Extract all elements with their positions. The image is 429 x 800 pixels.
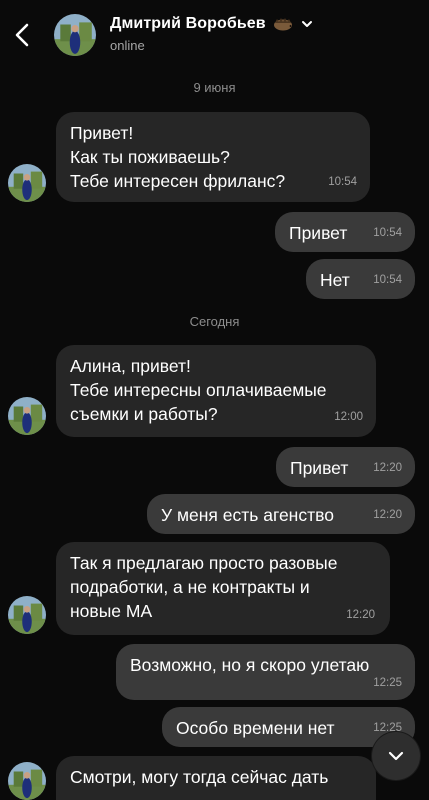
- avatar-photo: [8, 397, 46, 435]
- message-time: 12:25: [373, 677, 402, 689]
- message-bubble-incoming[interactable]: Привет! Как ты поживаешь? Тебе интересен…: [56, 112, 370, 202]
- scroll-to-bottom-button[interactable]: [372, 732, 420, 780]
- message-time: 12:20: [373, 462, 402, 474]
- chevron-down-icon: [388, 751, 404, 761]
- message-bubble-incoming[interactable]: Смотри, могу тогда сейчас дать: [56, 756, 376, 800]
- date-separator: Сегодня: [189, 314, 240, 329]
- sender-avatar[interactable]: [8, 164, 46, 202]
- sender-avatar[interactable]: [8, 762, 46, 800]
- message-bubble-outgoing[interactable]: Привет 10:54: [275, 212, 415, 252]
- sender-avatar[interactable]: [8, 596, 46, 634]
- message-text: Алина, привет! Тебе интересны оплачиваем…: [70, 356, 327, 424]
- chevron-down-icon[interactable]: [300, 17, 314, 31]
- back-button[interactable]: [10, 20, 36, 50]
- date-separator: 9 июня: [193, 80, 236, 95]
- avatar-photo: [8, 596, 46, 634]
- message-time: 12:00: [334, 411, 363, 423]
- hedgehog-icon: [272, 17, 294, 31]
- message-time: 10:54: [328, 176, 357, 188]
- message-text: Привет: [289, 223, 348, 243]
- message-time: 10:54: [373, 274, 402, 286]
- message-text: Нет: [320, 270, 350, 290]
- message-bubble-incoming[interactable]: Алина, привет! Тебе интересны оплачиваем…: [56, 345, 376, 437]
- contact-avatar[interactable]: [54, 14, 96, 56]
- message-bubble-outgoing[interactable]: Нет 10:54: [306, 259, 415, 299]
- chevron-left-icon: [15, 23, 29, 47]
- message-time: 12:20: [373, 509, 402, 521]
- chat-header: Дмитрий Воробьев online: [0, 0, 429, 70]
- message-text: Смотри, могу тогда сейчас дать: [70, 767, 329, 787]
- message-bubble-outgoing[interactable]: У меня есть агенство 12:20: [147, 494, 415, 534]
- message-text: Особо времени нет: [176, 718, 335, 738]
- avatar-photo: [54, 14, 96, 56]
- message-time: 10:54: [373, 227, 402, 239]
- message-time: 12:20: [346, 609, 375, 621]
- avatar-photo: [8, 164, 46, 202]
- message-text: Привет: [290, 458, 349, 478]
- message-bubble-outgoing[interactable]: Привет 12:20: [276, 447, 415, 487]
- message-bubble-outgoing[interactable]: Возможно, но я скоро улетаю 12:25: [116, 644, 415, 700]
- message-text: У меня есть агенство: [161, 505, 334, 525]
- avatar-photo: [8, 762, 46, 800]
- sender-avatar[interactable]: [8, 397, 46, 435]
- message-text: Возможно, но я скоро улетаю: [130, 655, 370, 675]
- message-bubble-incoming[interactable]: Так я предлагаю просто разовые подработк…: [56, 542, 390, 635]
- contact-name[interactable]: Дмитрий Воробьев: [110, 15, 266, 33]
- message-text: Привет! Как ты поживаешь? Тебе интересен…: [70, 123, 286, 191]
- message-text: Так я предлагаю просто разовые подработк…: [70, 553, 338, 621]
- contact-status: online: [110, 38, 145, 53]
